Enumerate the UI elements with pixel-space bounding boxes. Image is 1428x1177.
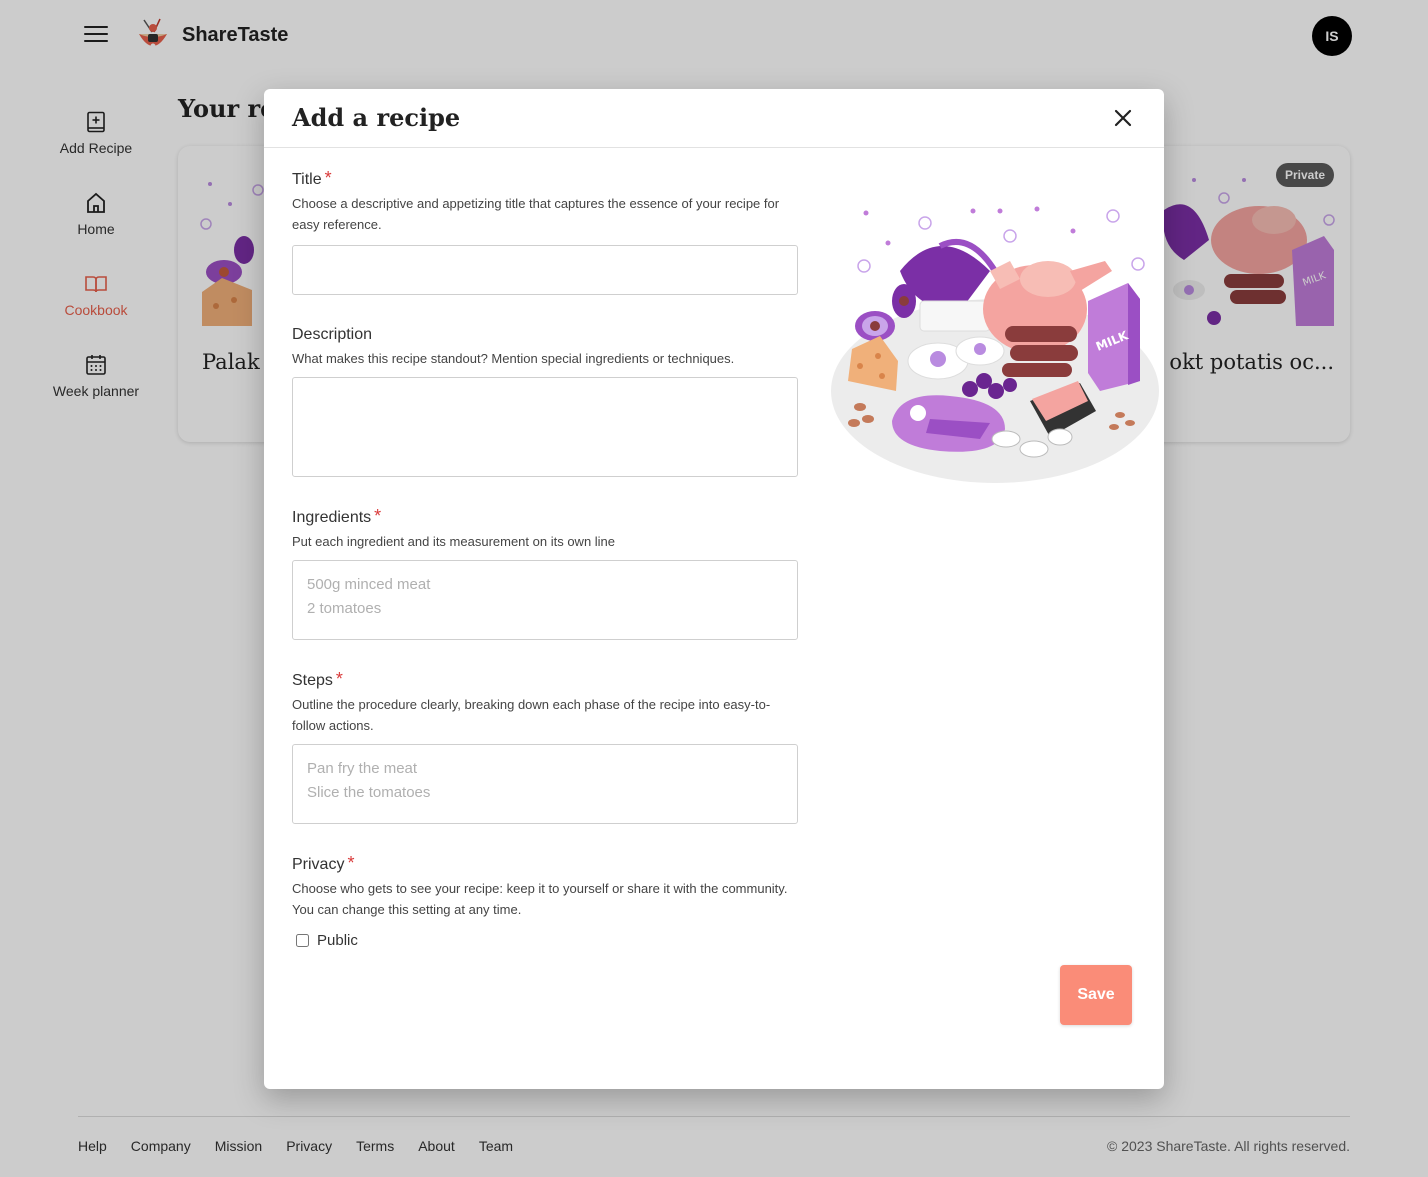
description-label: Description (292, 326, 373, 343)
ingredients-help: Put each ingredient and its measurement … (292, 534, 616, 549)
steps-group: Steps * Outline the procedure clearly, br… (292, 669, 798, 824)
steps-textarea[interactable] (292, 744, 798, 824)
privacy-group: Privacy * Choose who gets to see your rec… (292, 853, 798, 949)
description-group: Description What makes this recipe stand… (292, 326, 798, 477)
steps-label: Steps * (292, 669, 343, 689)
ingredients-textarea[interactable] (292, 560, 798, 640)
add-recipe-dialog: Add a recipe Title * Choose a descriptive… (264, 89, 1164, 1089)
dialog-header: Add a recipe (264, 89, 1164, 148)
required-asterisk: * (374, 506, 382, 526)
required-asterisk: * (324, 168, 332, 188)
close-icon[interactable] (1112, 107, 1134, 129)
privacy-help: Choose who gets to see your recipe: keep… (292, 881, 788, 917)
title-input[interactable] (292, 245, 798, 295)
food-illustration: MILK (831, 206, 1159, 483)
description-textarea[interactable] (292, 377, 798, 477)
title-group: Title * Choose a descriptive and appetizi… (292, 168, 798, 295)
title-label: Title * (292, 168, 332, 188)
ingredients-label: Ingredients * (292, 506, 382, 526)
dialog-title: Add a recipe (292, 103, 461, 132)
steps-help: Outline the procedure clearly, breaking … (292, 697, 771, 733)
save-button[interactable]: Save (1060, 965, 1132, 1025)
public-checkbox-label: Public (317, 932, 358, 949)
required-asterisk: * (335, 669, 343, 689)
description-help: What makes this recipe standout? Mention… (292, 351, 735, 366)
ingredients-group: Ingredients * Put each ingredient and its… (292, 506, 798, 640)
title-help: Choose a descriptive and appetizing titl… (292, 196, 780, 232)
required-asterisk: * (347, 853, 355, 873)
public-checkbox[interactable] (296, 934, 309, 947)
privacy-label: Privacy * (292, 853, 355, 873)
public-checkbox-row[interactable]: Public (292, 932, 798, 949)
